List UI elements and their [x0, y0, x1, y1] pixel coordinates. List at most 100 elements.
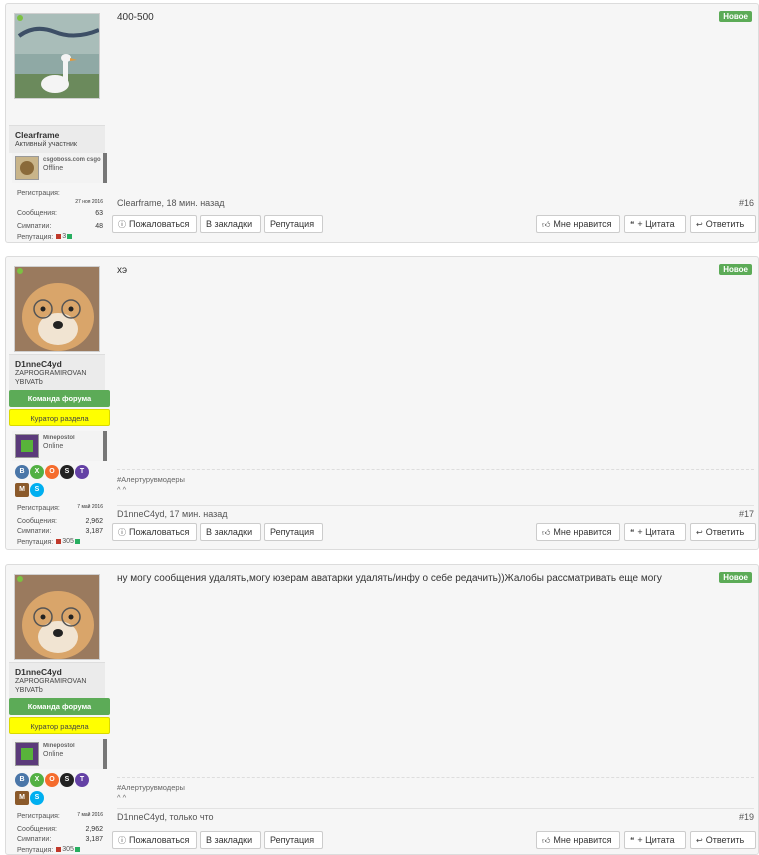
forum-post: D1nneC4yd ZAPROGRAMIROVAN YBIVATb Команд…	[5, 256, 759, 550]
steam-card[interactable]: csgoboss.com csgo Offline	[12, 153, 107, 183]
steam-icon[interactable]: S	[60, 773, 74, 787]
thumbs-up-icon: 👍︎	[542, 220, 551, 229]
minecraft-icon[interactable]: M	[15, 483, 29, 497]
signature-line: #Алертурувмодеры	[117, 475, 185, 484]
xbox-icon[interactable]: X	[30, 773, 44, 787]
bookmark-button[interactable]: В закладки	[200, 523, 261, 541]
rep-label: Репутация:	[17, 538, 54, 546]
post-content: хэ	[117, 265, 754, 276]
user-title: ZAPROGRAMIROVAN YBIVATb	[15, 678, 87, 694]
quote-button[interactable]: ❝ + Цитата	[624, 215, 686, 233]
steam-avatar	[15, 434, 39, 458]
steam-icon[interactable]: S	[60, 465, 74, 479]
likes-label: Симпатии:	[17, 528, 52, 535]
xbox-icon[interactable]: X	[30, 465, 44, 479]
messages-label: Сообщения:	[17, 826, 57, 833]
like-button[interactable]: 👍︎ Мне нравится	[536, 523, 620, 541]
post-number[interactable]: #16	[739, 198, 754, 208]
online-indicator	[17, 268, 23, 274]
quote-icon: ❝	[630, 220, 635, 229]
bookmark-button[interactable]: В закладки	[200, 831, 261, 849]
origin-icon[interactable]: O	[45, 773, 59, 787]
rep-label: Репутация:	[17, 846, 54, 854]
like-button[interactable]: 👍︎ Мне нравится	[536, 831, 620, 849]
username[interactable]: D1nneC4yd	[15, 359, 101, 369]
steam-name: Minepostol	[43, 743, 75, 749]
minecraft-icon[interactable]: M	[15, 791, 29, 805]
social-icons: BXOST	[15, 772, 107, 787]
username[interactable]: Clearframe	[15, 130, 101, 140]
reply-button[interactable]: ↩ Ответить	[690, 831, 756, 849]
post-author-time[interactable]: D1nneC4yd, только что	[117, 812, 214, 822]
goose-avatar-image	[15, 14, 99, 98]
likes-label: Симпатии:	[17, 836, 52, 843]
report-button[interactable]: ⓘ Пожаловаться	[112, 831, 197, 849]
report-button[interactable]: ⓘ Пожаловаться	[112, 215, 197, 233]
post-meta: D1nneC4yd, только что #19	[117, 808, 754, 822]
bookmark-button[interactable]: В закладки	[200, 215, 261, 233]
reply-button[interactable]: ↩ Ответить	[690, 215, 756, 233]
messages-count[interactable]: 2,962	[85, 517, 103, 527]
post-actions: ⓘ Пожаловаться В закладки Репутация 👍︎ Мне…	[112, 831, 756, 849]
forum-post: D1nneC4yd ZAPROGRAMIROVAN YBIVATb Команд…	[5, 564, 759, 855]
twitch-icon[interactable]: T	[75, 773, 89, 787]
post-meta: Clearframe, 18 мин. назад #16	[117, 198, 754, 208]
messages-count[interactable]: 2,962	[85, 825, 103, 835]
vk-icon[interactable]: B	[15, 773, 29, 787]
post-author-time[interactable]: D1nneC4yd, 17 мин. назад	[117, 509, 228, 519]
twitch-icon[interactable]: T	[75, 465, 89, 479]
vk-icon[interactable]: B	[15, 465, 29, 479]
reputation-button[interactable]: Репутация	[264, 215, 323, 233]
post-number[interactable]: #17	[739, 509, 754, 519]
avatar[interactable]	[14, 266, 100, 352]
post-content: 400-500	[117, 12, 754, 23]
reg-label: Регистрация:	[17, 190, 60, 197]
user-info: D1nneC4yd ZAPROGRAMIROVAN YBIVATb	[9, 662, 105, 702]
reputation-button[interactable]: Репутация	[264, 523, 323, 541]
alert-icon: ⓘ	[118, 836, 126, 845]
steam-card[interactable]: Minepostol Online	[12, 431, 107, 461]
user-info: Clearframe Активный участник	[9, 125, 105, 153]
social-icons: BXOST	[15, 464, 107, 479]
new-badge: Новое	[719, 572, 752, 583]
username[interactable]: D1nneC4yd	[15, 667, 101, 677]
reg-date: 7 май 2016	[77, 812, 103, 818]
post-actions: ⓘ Пожаловаться В закладки Репутация 👍︎ Мне…	[112, 523, 756, 541]
messages-count[interactable]: 63	[95, 209, 103, 219]
signature-line: ^ ^	[117, 485, 127, 494]
avatar[interactable]	[14, 13, 100, 99]
user-stats: Регистрация: 7 май 2016 Сообщения: 2,962 С…	[17, 812, 103, 855]
thumbs-up-icon: 👍︎	[542, 836, 551, 845]
steam-status: Online	[43, 443, 64, 450]
likes-count: 3,187	[85, 836, 103, 843]
steam-status: Online	[43, 751, 64, 758]
message-text: 400-500	[117, 12, 154, 23]
reg-date: 7 май 2016	[77, 504, 103, 510]
post-author-time[interactable]: Clearframe, 18 мин. назад	[117, 198, 224, 208]
reg-label: Регистрация:	[17, 813, 60, 820]
reply-button[interactable]: ↩ Ответить	[690, 523, 756, 541]
user-sidebar: D1nneC4yd ZAPROGRAMIROVAN YBIVATb Команд…	[9, 260, 110, 546]
user-sidebar: Clearframe Активный участник csgoboss.co…	[9, 7, 107, 241]
quote-button[interactable]: ❝ + Цитата	[624, 523, 686, 541]
skype-icon[interactable]: S	[30, 483, 44, 497]
avatar[interactable]	[14, 574, 100, 660]
quote-icon: ❝	[630, 836, 635, 845]
dog-avatar-image	[15, 575, 99, 659]
team-banner: Команда форума	[9, 390, 110, 407]
origin-icon[interactable]: O	[45, 465, 59, 479]
quote-button[interactable]: ❝ + Цитата	[624, 831, 686, 849]
forum-post: Clearframe Активный участник csgoboss.co…	[5, 3, 759, 243]
steam-card[interactable]: Minepostol Online	[12, 739, 107, 769]
like-button[interactable]: 👍︎ Мне нравится	[536, 215, 620, 233]
skype-icon[interactable]: S	[30, 791, 44, 805]
curator-banner: Куратор раздела	[9, 409, 110, 426]
user-title: Активный участник	[15, 141, 77, 148]
rep-value: 305	[62, 538, 74, 545]
report-button[interactable]: ⓘ Пожаловаться	[112, 523, 197, 541]
post-number[interactable]: #19	[739, 812, 754, 822]
steam-avatar	[15, 156, 39, 180]
reputation-button[interactable]: Репутация	[264, 831, 323, 849]
alert-icon: ⓘ	[118, 220, 126, 229]
reg-date: 27 ноя 2016	[75, 199, 103, 205]
